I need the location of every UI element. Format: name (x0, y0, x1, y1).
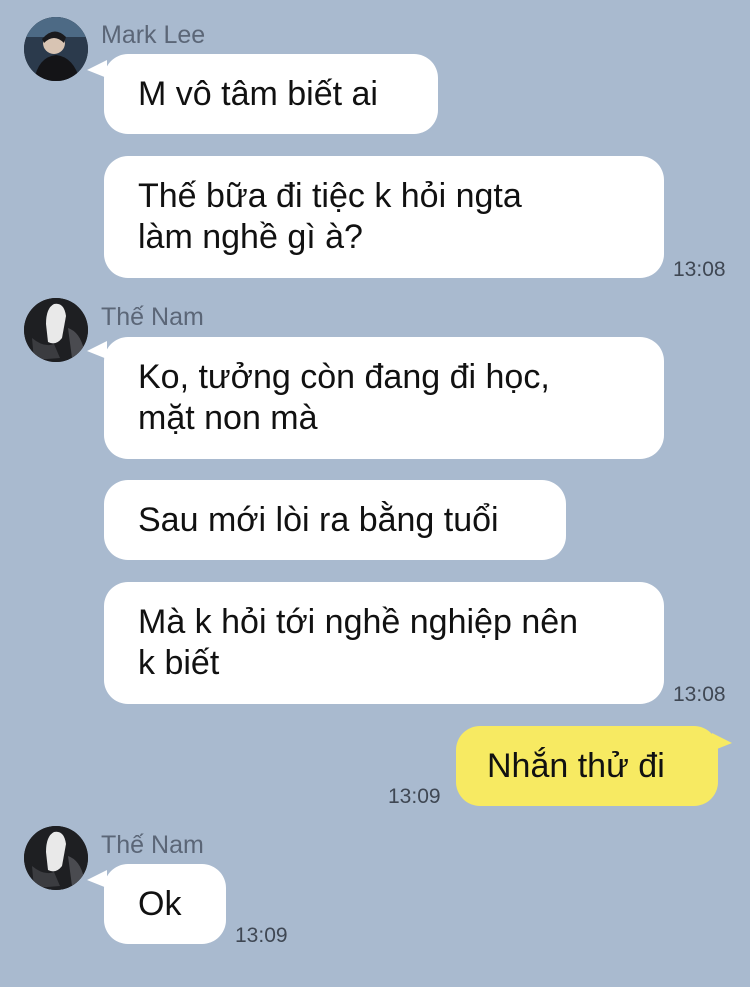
message-bubble[interactable]: Mà k hỏi tới nghề nghiệp nên k biết (104, 582, 664, 704)
message-bubble[interactable]: Sau mới lòi ra bằng tuổi (104, 480, 566, 560)
message-text: Ko, tưởng còn đang đi học, mặt non mà (138, 358, 550, 437)
sender-name: Thế Nam (101, 831, 204, 859)
message-text: Ok (138, 884, 182, 923)
user-avatar-icon (24, 298, 88, 362)
user-avatar-icon (24, 17, 88, 81)
user-avatar-icon (24, 826, 88, 890)
message-text: M vô tâm biết ai (138, 74, 378, 113)
message-bubble[interactable]: Thế bữa đi tiệc k hỏi ngta làm nghề gì à… (104, 156, 664, 278)
avatar-the-nam[interactable] (24, 298, 88, 362)
message-timestamp: 13:08 (673, 258, 726, 281)
message-timestamp: 13:08 (673, 683, 726, 706)
message-text: Nhắn thử đi (487, 746, 665, 785)
message-text: Sau mới lòi ra bằng tuổi (138, 500, 499, 539)
avatar-the-nam[interactable] (24, 826, 88, 890)
message-bubble-outgoing[interactable]: Nhắn thử đi (456, 726, 718, 806)
message-bubble[interactable]: Ko, tưởng còn đang đi học, mặt non mà (104, 337, 664, 459)
sender-name: Mark Lee (101, 21, 206, 49)
avatar-mark-lee[interactable] (24, 17, 88, 81)
message-bubble[interactable]: M vô tâm biết ai (104, 54, 438, 134)
message-timestamp: 13:09 (388, 785, 441, 808)
bubble-tail (712, 733, 732, 751)
message-timestamp: 13:09 (235, 924, 288, 947)
message-text: Mà k hỏi tới nghề nghiệp nên k biết (138, 603, 579, 682)
sender-name: Thế Nam (101, 303, 204, 331)
message-bubble[interactable]: Ok (104, 864, 226, 944)
message-text: Thế bữa đi tiệc k hỏi ngta làm nghề gì à… (138, 177, 522, 256)
